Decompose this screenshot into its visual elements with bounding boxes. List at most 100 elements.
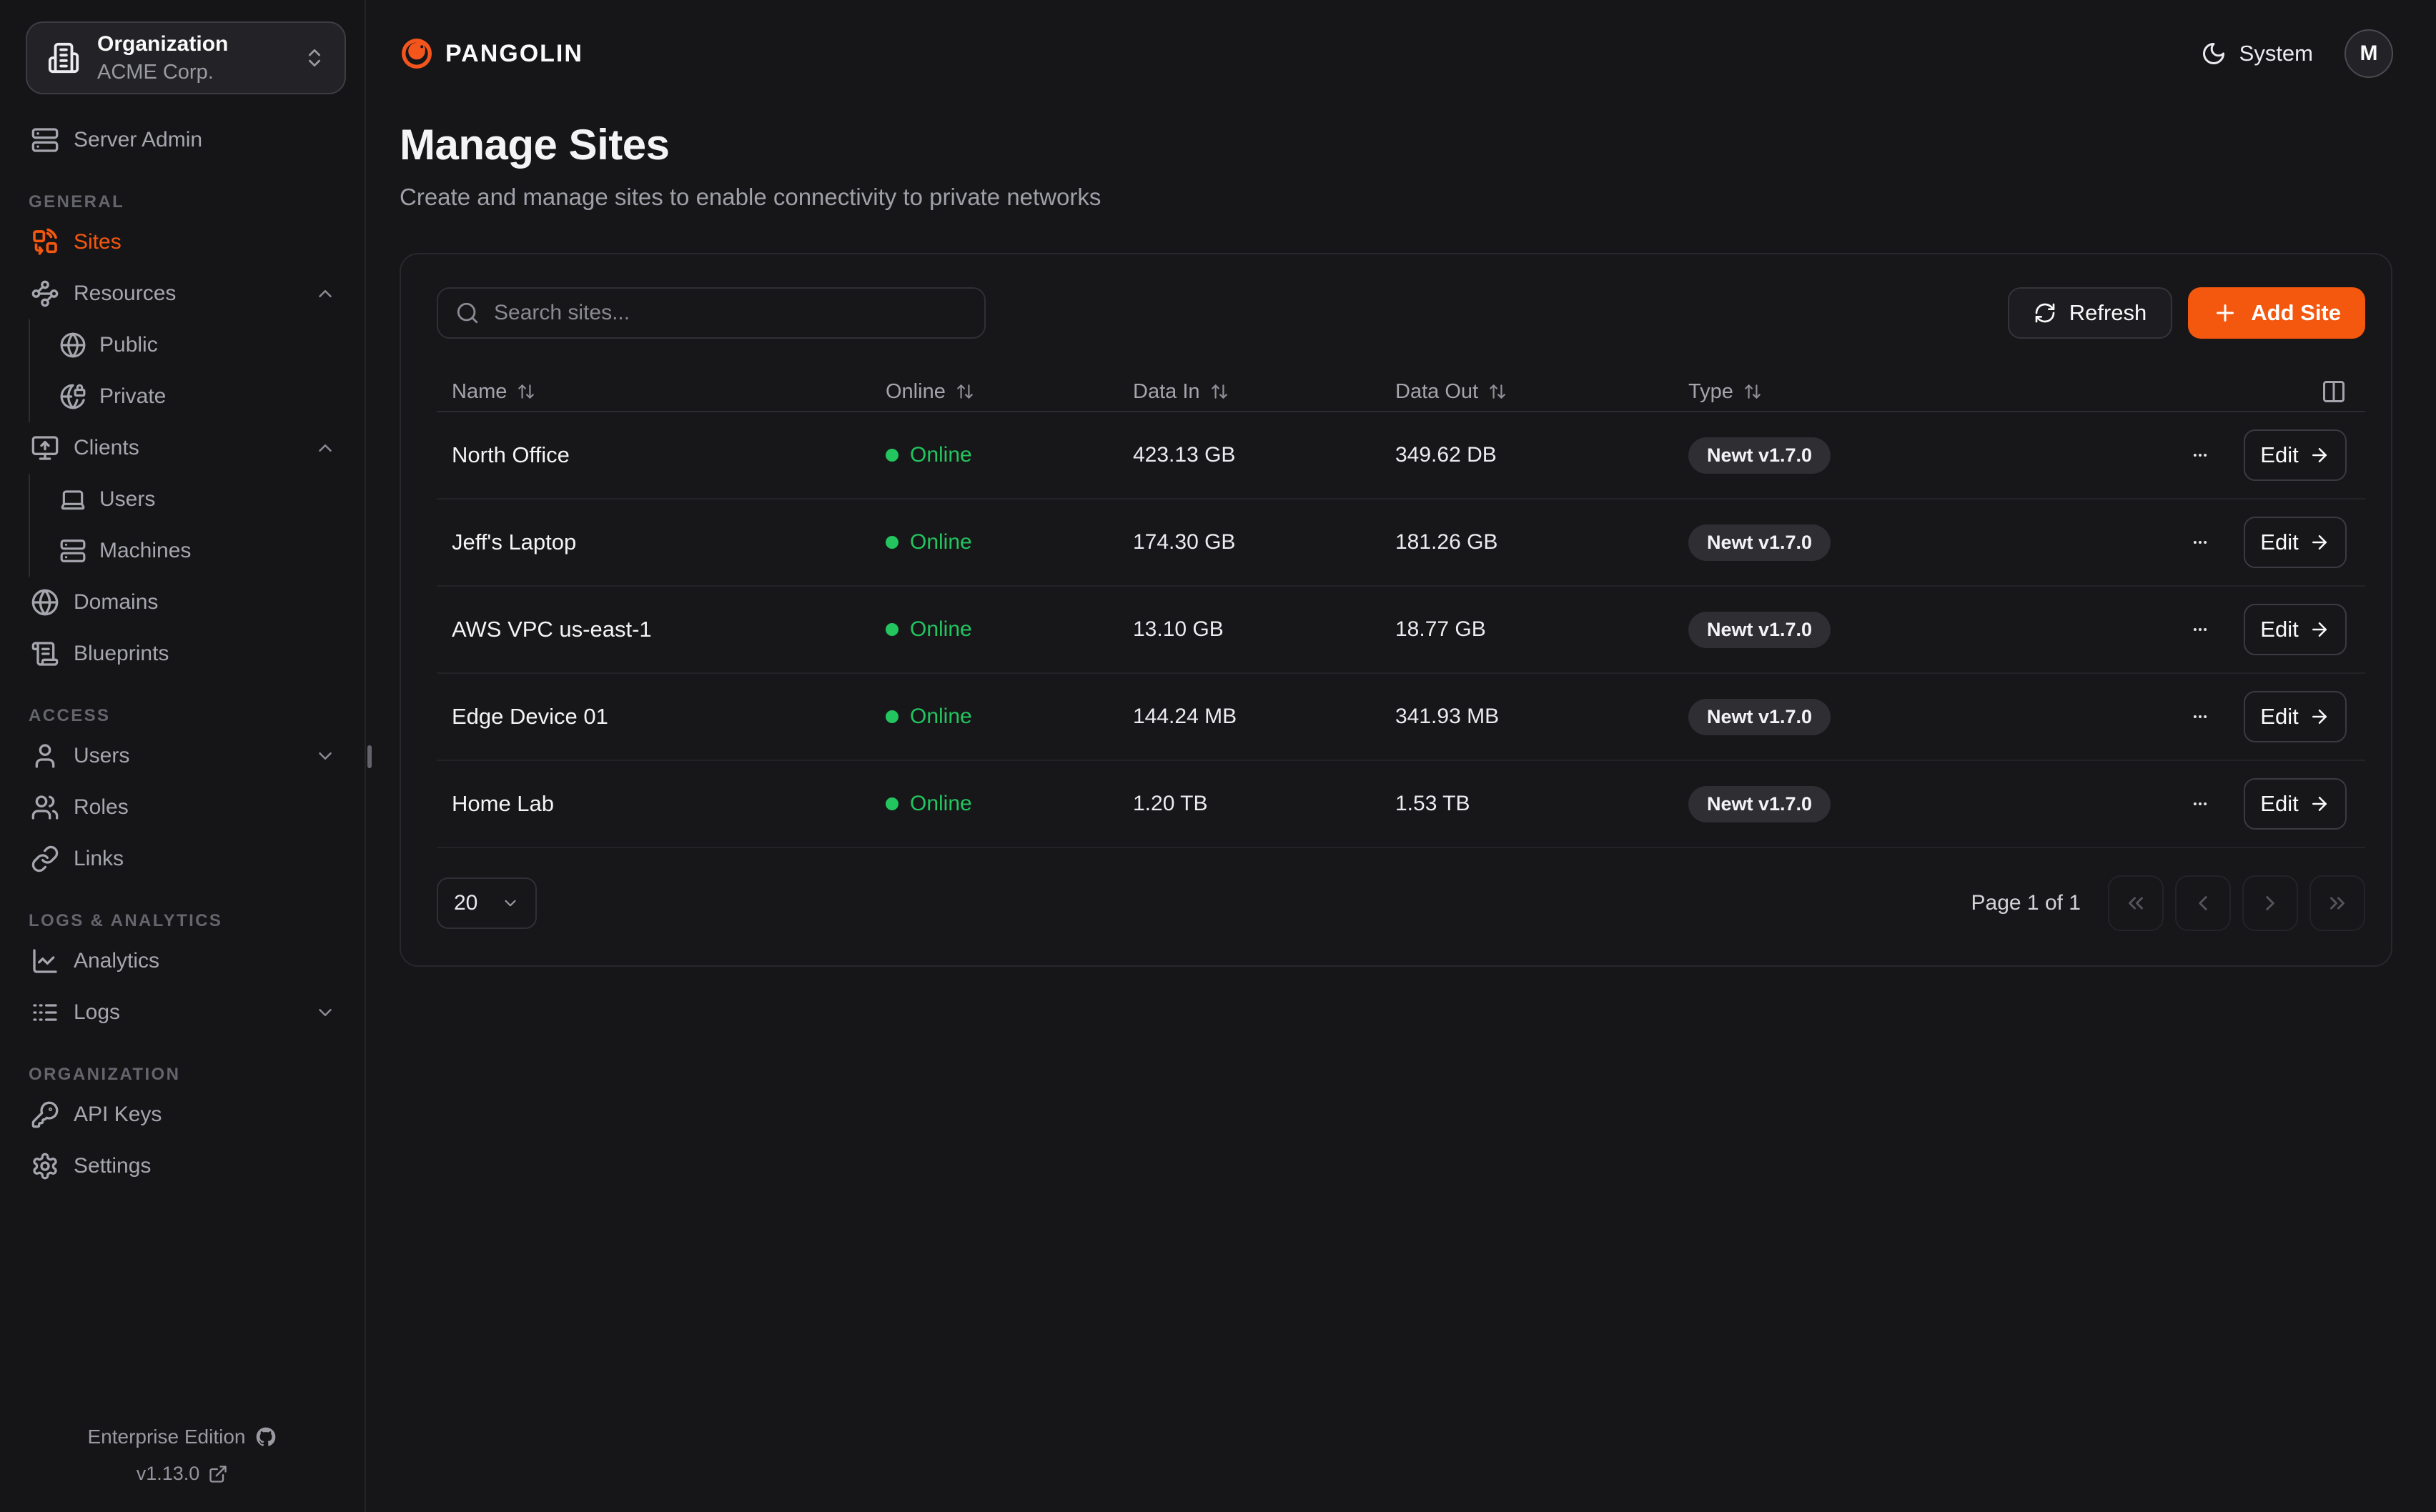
online-dot (886, 449, 898, 462)
ellipsis-icon (2188, 792, 2212, 816)
row-menu-button[interactable] (2182, 699, 2218, 735)
sidebar-item-private[interactable]: Private (30, 371, 365, 422)
site-name: North Office (452, 442, 886, 468)
version-link[interactable]: v1.13.0 (0, 1463, 365, 1485)
user-icon (31, 742, 59, 770)
sort-icon (517, 382, 535, 401)
site-status: Online (886, 792, 1133, 816)
online-dot (886, 797, 898, 810)
prev-page-button[interactable] (2175, 875, 2231, 931)
last-page-button[interactable] (2309, 875, 2365, 931)
edit-button[interactable]: Edit (2244, 429, 2347, 481)
sidebar-item-label: Analytics (74, 949, 159, 973)
edit-button[interactable]: Edit (2244, 517, 2347, 568)
search-input[interactable] (494, 301, 967, 325)
ellipsis-icon (2188, 530, 2212, 554)
globe-icon (59, 332, 86, 359)
row-actions: Edit (2182, 691, 2347, 742)
header-type[interactable]: Type (1688, 380, 2182, 404)
sidebar-item-links[interactable]: Links (0, 833, 365, 885)
columns-toggle-button[interactable] (2321, 379, 2347, 404)
brand-name: PANGOLIN (445, 40, 583, 68)
edit-button[interactable]: Edit (2244, 691, 2347, 742)
sidebar-item-server-admin[interactable]: Server Admin (0, 114, 365, 166)
sidebar-item-clients[interactable]: Clients (0, 422, 365, 474)
table-row: Jeff's Laptop Online 174.30 GB 181.26 GB… (437, 499, 2365, 587)
sidebar-item-roles[interactable]: Roles (0, 782, 365, 833)
theme-toggle[interactable]: System (2201, 41, 2313, 66)
ellipsis-icon (2188, 705, 2212, 729)
header-online[interactable]: Online (886, 380, 1133, 404)
org-value: ACME Corp. (97, 61, 228, 84)
add-site-button[interactable]: Add Site (2188, 287, 2365, 339)
sidebar-item-label: Blueprints (74, 642, 169, 666)
edit-button[interactable]: Edit (2244, 604, 2347, 655)
logs-icon (31, 998, 59, 1027)
arrow-right-icon (2309, 619, 2330, 640)
chevron-right-icon (2258, 891, 2282, 915)
row-menu-button[interactable] (2182, 437, 2218, 473)
next-page-button[interactable] (2242, 875, 2298, 931)
row-actions: Edit (2182, 429, 2347, 481)
sidebar-item-api-keys[interactable]: API Keys (0, 1089, 365, 1140)
sidebar-item-label: Clients (74, 436, 139, 460)
arrow-right-icon (2309, 793, 2330, 815)
sidebar-resize-handle[interactable] (367, 745, 372, 768)
sidebar-item-domains[interactable]: Domains (0, 577, 365, 628)
table-row: North Office Online 423.13 GB 349.62 DB … (437, 412, 2365, 499)
globe-icon (31, 588, 59, 617)
server-icon (59, 537, 86, 564)
online-dot (886, 623, 898, 636)
sidebar: Organization ACME Corp. Server Admin GEN… (0, 0, 366, 1512)
sidebar-item-public[interactable]: Public (30, 319, 365, 371)
first-page-button[interactable] (2108, 875, 2164, 931)
type-badge: Newt v1.7.0 (1688, 524, 1831, 561)
resources-sublist: Public Private (29, 319, 365, 422)
chevron-down-icon (315, 745, 336, 767)
card-toolbar: Refresh Add Site (437, 287, 2365, 339)
header-name[interactable]: Name (452, 380, 886, 404)
site-type: Newt v1.7.0 (1688, 524, 2182, 561)
sidebar-item-label: Roles (74, 795, 129, 820)
online-dot (886, 710, 898, 723)
page-size-select[interactable]: 20 (437, 877, 537, 929)
header-data-out[interactable]: Data Out (1395, 380, 1688, 404)
brand[interactable]: PANGOLIN (400, 36, 583, 71)
site-name: Home Lab (452, 791, 886, 817)
arrow-right-icon (2309, 444, 2330, 466)
avatar[interactable]: M (2345, 29, 2393, 78)
row-menu-button[interactable] (2182, 786, 2218, 822)
sidebar-item-client-users[interactable]: Users (30, 474, 365, 525)
page-size-value: 20 (454, 891, 477, 915)
sites-card: Refresh Add Site Name Online Data In (400, 253, 2392, 967)
row-actions: Edit (2182, 517, 2347, 568)
header-data-in[interactable]: Data In (1133, 380, 1395, 404)
building-icon (47, 41, 80, 74)
sort-icon (1210, 382, 1229, 401)
site-status: Online (886, 443, 1133, 467)
sidebar-item-users[interactable]: Users (0, 730, 365, 782)
ellipsis-icon (2188, 617, 2212, 642)
sidebar-item-blueprints[interactable]: Blueprints (0, 628, 365, 680)
sidebar-item-logs[interactable]: Logs (0, 987, 365, 1038)
row-menu-button[interactable] (2182, 524, 2218, 560)
section-organization: ORGANIZATION (0, 1065, 365, 1085)
site-data-in: 1.20 TB (1133, 792, 1395, 816)
external-link-icon (208, 1464, 228, 1484)
columns-icon (2321, 379, 2347, 404)
sidebar-item-sites[interactable]: Sites (0, 217, 365, 268)
sidebar-item-machines[interactable]: Machines (30, 525, 365, 577)
edition-link[interactable]: Enterprise Edition (0, 1426, 365, 1448)
chart-line-icon (31, 947, 59, 975)
org-selector[interactable]: Organization ACME Corp. (26, 21, 346, 94)
waypoints-icon (31, 279, 59, 308)
refresh-button[interactable]: Refresh (2008, 287, 2173, 339)
sidebar-item-resources[interactable]: Resources (0, 268, 365, 319)
type-badge: Newt v1.7.0 (1688, 612, 1831, 648)
sidebar-item-analytics[interactable]: Analytics (0, 935, 365, 987)
site-type: Newt v1.7.0 (1688, 699, 2182, 735)
github-icon (254, 1426, 277, 1448)
sidebar-item-settings[interactable]: Settings (0, 1140, 365, 1192)
row-menu-button[interactable] (2182, 612, 2218, 647)
edit-button[interactable]: Edit (2244, 778, 2347, 830)
